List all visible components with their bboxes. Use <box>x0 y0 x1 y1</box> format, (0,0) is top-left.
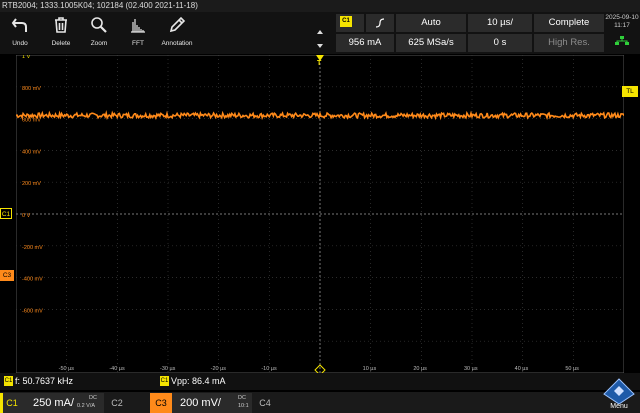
freq-value: f: 50.7637 kHz <box>15 376 74 386</box>
trigger-position-label: T <box>317 60 322 67</box>
trigger-source-badge: C1 <box>340 16 352 27</box>
pencil-icon <box>169 16 186 33</box>
trigger-level[interactable]: 956 mA <box>336 34 394 52</box>
x-tick-label: -10 µs <box>261 366 277 372</box>
delete-label: Delete <box>51 40 71 47</box>
c3-offset-marker[interactable]: C3 <box>0 270 14 281</box>
trigger-slope-cell[interactable] <box>366 14 394 32</box>
channel-c4[interactable]: C4 <box>252 393 282 413</box>
network-icon <box>615 36 629 45</box>
undo-icon <box>11 18 27 32</box>
frequency-measurement[interactable]: C1 f: 50.7637 kHz <box>4 376 73 387</box>
x-tick-label: 20 µs <box>413 366 427 372</box>
title-bar: RTB2004; 1333.1005K04; 102184 (02.400 20… <box>0 0 640 12</box>
x-tick-label: -40 µs <box>109 366 125 372</box>
fft-icon <box>131 19 145 33</box>
y-tick-label: 0 V <box>22 213 31 219</box>
trash-icon <box>55 17 67 33</box>
x-tick-label: 10 µs <box>363 366 377 372</box>
trigger-mode[interactable]: Auto <box>396 14 466 32</box>
trigger-position-marker[interactable]: T <box>315 55 325 69</box>
y-tick-label: 200 mV <box>22 181 41 187</box>
c3-scale: 200 mV/ <box>180 397 221 409</box>
x-tick-label: -30 µs <box>160 366 176 372</box>
c3-coupling: DC <box>238 395 246 401</box>
zoom-label: Zoom <box>90 40 108 47</box>
c2-name: C2 <box>111 398 123 408</box>
undo-label: Undo <box>12 40 28 47</box>
y-tick-label: 600 mV <box>22 118 41 124</box>
vpp-measurement[interactable]: C1 Vpp: 86.4 mA <box>160 376 226 387</box>
up-arrow-icon <box>317 30 323 34</box>
rohde-schwarz-logo-icon <box>603 378 635 405</box>
measurement-bar <box>0 373 640 390</box>
channel-c2[interactable]: C2 <box>104 393 150 413</box>
y-tick-label: -600 mV <box>22 308 43 314</box>
c4-name: C4 <box>259 398 271 408</box>
y-tick-label: 1 V <box>22 55 31 60</box>
c3-probe: 10:1 <box>238 403 249 409</box>
menu-button[interactable]: Menu <box>601 378 637 413</box>
zoom-icon <box>91 17 107 33</box>
y-tick-label: -200 mV <box>22 245 43 251</box>
c1-probe: 0.2 V/A <box>77 403 96 409</box>
x-tick-label: 40 µs <box>515 366 529 372</box>
c1-scale: 250 mA/ <box>33 397 74 409</box>
fft-label: FFT <box>132 40 144 47</box>
trigger-level-marker[interactable]: TL <box>622 86 638 97</box>
delete-button[interactable]: Delete <box>44 12 78 54</box>
x-tick-label: 30 µs <box>464 366 478 372</box>
horizontal-scroll-indicator <box>316 30 324 50</box>
x-tick-label: -50 µs <box>59 366 75 372</box>
clock: 2025-09-10 11:17 <box>604 14 640 54</box>
x-tick-label: -20 µs <box>211 366 227 372</box>
c1-offset-marker[interactable]: C1 <box>0 208 12 219</box>
vpp-source-badge: C1 <box>160 376 169 386</box>
channel-c3[interactable]: 200 mV/ DC 10:1 <box>172 393 252 413</box>
c1-name: C1 <box>6 398 18 408</box>
zoom-button[interactable]: Zoom <box>82 12 116 54</box>
time: 11:17 <box>614 22 630 29</box>
sample-rate: 625 MSa/s <box>396 34 466 52</box>
x-tick-label: 50 µs <box>565 366 579 372</box>
undo-button[interactable]: Undo <box>3 12 37 54</box>
waveform-display[interactable]: 1.2 V1 V800 mV600 mV400 mV200 mV0 V-200 … <box>16 55 624 373</box>
horizontal-offset[interactable]: 0 s <box>468 34 532 52</box>
acquisition-status: Complete <box>534 14 604 32</box>
fft-button[interactable]: FFT <box>121 12 155 54</box>
freq-source-badge: C1 <box>4 376 13 386</box>
y-tick-label: -400 mV <box>22 277 43 283</box>
resolution-mode[interactable]: High Res. <box>534 34 604 52</box>
y-tick-label: 400 mV <box>22 149 41 155</box>
annotation-label: Annotation <box>161 40 193 47</box>
down-arrow-icon <box>317 44 323 48</box>
channel-c1[interactable]: C1 250 mA/ DC 0.2 V/A <box>0 393 104 413</box>
c1-coupling: DC <box>89 395 97 401</box>
rising-edge-icon <box>375 18 385 28</box>
timebase[interactable]: 10 µs/ <box>468 14 532 32</box>
c3-name: C3 <box>155 398 167 408</box>
channel-c3-tab[interactable]: C3 <box>150 393 172 413</box>
annotation-button[interactable]: Annotation <box>160 12 194 54</box>
y-tick-label: 800 mV <box>22 86 41 92</box>
instrument-title: RTB2004; 1333.1005K04; 102184 (02.400 20… <box>2 1 198 10</box>
menu-label: Menu <box>610 403 628 410</box>
vpp-value: Vpp: 86.4 mA <box>171 376 226 386</box>
date: 2025-09-10 <box>605 14 639 21</box>
